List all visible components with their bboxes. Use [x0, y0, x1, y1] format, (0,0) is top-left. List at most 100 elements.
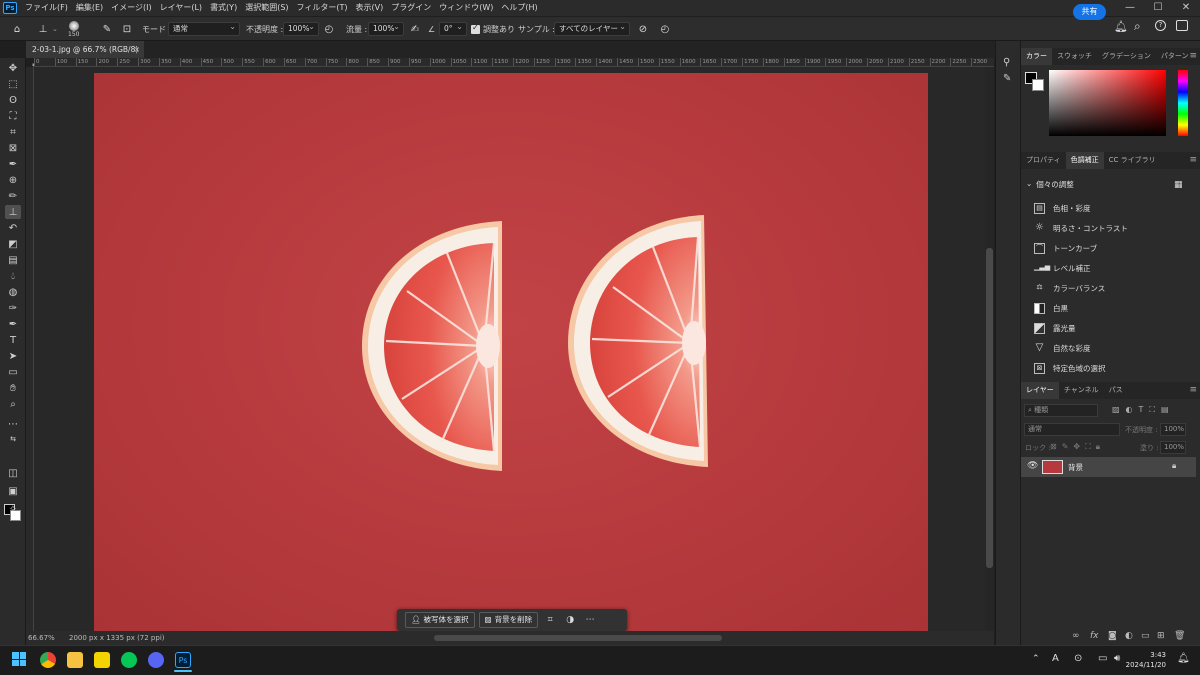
type-tool-icon[interactable]: T: [5, 333, 21, 347]
dodge-tool-icon[interactable]: ◍: [5, 285, 21, 299]
adj-levels[interactable]: ▁▃▅ レベル補正: [1034, 260, 1091, 276]
file-explorer-icon[interactable]: [67, 652, 83, 668]
lock-icons[interactable]: ⊠✎✥⛶🔒︎: [1050, 442, 1105, 452]
angle-input[interactable]: 0°: [439, 21, 467, 36]
sample-dropdown[interactable]: すべてのレイヤー: [554, 21, 630, 36]
brush-tool-icon[interactable]: ✏: [5, 189, 21, 203]
show-hidden-icons[interactable]: ⌃: [1032, 654, 1040, 664]
menu-edit[interactable]: 編集(E): [72, 0, 107, 16]
brush-size-picker[interactable]: 150: [68, 17, 79, 41]
toggle-clone-source[interactable]: ⊡: [120, 17, 134, 41]
color-background-swatch[interactable]: [1032, 79, 1044, 91]
generative-icon[interactable]: ✧: [5, 502, 21, 516]
adj-hue-saturation[interactable]: ▤ 色相・彩度: [1034, 200, 1091, 216]
grid-view-icon[interactable]: ▦: [1174, 180, 1183, 190]
hue-slider[interactable]: [1178, 70, 1188, 136]
close-tab-icon[interactable]: ×: [134, 41, 140, 58]
pressure-opacity-toggle[interactable]: ◴: [322, 17, 336, 41]
screen-mode-icon[interactable]: ▣: [5, 484, 21, 498]
history-panel-icon[interactable]: ⚲: [1003, 57, 1010, 68]
menu-plugins[interactable]: プラグイン: [387, 0, 435, 16]
network-icon[interactable]: ▭: [1098, 653, 1107, 664]
ime-indicator[interactable]: A: [1052, 653, 1059, 664]
pen-tool-2-icon[interactable]: ✒: [5, 317, 21, 331]
maximize-button[interactable]: ☐: [1144, 0, 1172, 16]
start-button[interactable]: [12, 652, 26, 666]
rectangle-tool-icon[interactable]: ▭: [5, 365, 21, 379]
notifications-icon[interactable]: 🔔︎: [1114, 20, 1128, 33]
volume-icon[interactable]: 🔊︎: [1114, 653, 1120, 664]
line-app-icon[interactable]: [121, 652, 137, 668]
brush-panel-icon[interactable]: ✎: [1003, 73, 1011, 84]
tab-channels[interactable]: チャンネル: [1059, 382, 1104, 399]
edit-toolbar-icon[interactable]: ⋯: [5, 417, 21, 431]
adjustments-section-header[interactable]: ⌄ 個々の調整: [1026, 179, 1074, 190]
add-mask-icon[interactable]: ◙: [1108, 631, 1117, 641]
menu-type[interactable]: 書式(Y): [206, 0, 241, 16]
tab-patterns[interactable]: パターン: [1156, 48, 1194, 65]
adjustment-layer-icon[interactable]: ◐: [1125, 631, 1133, 641]
chrome-icon[interactable]: [40, 652, 56, 668]
gradient-tool-icon[interactable]: ▤: [5, 253, 21, 267]
eraser-tool-icon[interactable]: ◩: [5, 237, 21, 251]
delete-layer-icon[interactable]: 🗑︎: [1174, 631, 1185, 641]
toggle-brush-settings[interactable]: ✎: [100, 17, 114, 41]
menu-filter[interactable]: フィルター(T): [293, 0, 352, 16]
adj-vibrance[interactable]: ▽ 自然な彩度: [1034, 340, 1091, 356]
horizontal-scroll-thumb[interactable]: [434, 635, 722, 641]
move-tool-icon[interactable]: ✥: [5, 61, 21, 75]
frame-tool-icon[interactable]: ⊠: [5, 141, 21, 155]
menu-view[interactable]: 表示(V): [352, 0, 388, 16]
document-tab[interactable]: 2-03-1.jpg @ 66.7% (RGB/8) * ×: [26, 41, 144, 71]
workspace-switcher-icon[interactable]: [1176, 20, 1188, 31]
adj-exposure[interactable]: 露光量: [1034, 320, 1076, 336]
healing-brush-tool-icon[interactable]: ⊕: [5, 173, 21, 187]
group-icon[interactable]: ▭: [1141, 631, 1150, 641]
sticky-notes-icon[interactable]: [94, 652, 110, 668]
menu-image[interactable]: イメージ(I): [107, 0, 155, 16]
layer-filter-input[interactable]: ⌕ 種類: [1024, 404, 1098, 417]
menu-file[interactable]: ファイル(F): [21, 0, 72, 16]
object-selection-tool-icon[interactable]: ⛶: [5, 109, 21, 123]
blend-mode-dropdown[interactable]: 通常: [1024, 423, 1120, 436]
panel-menu-icon[interactable]: ≡: [1189, 48, 1197, 65]
zoom-level[interactable]: 66.67%: [28, 631, 55, 645]
ime-mode-icon[interactable]: ⊙: [1074, 653, 1082, 664]
close-window-button[interactable]: ✕: [1172, 0, 1200, 16]
adjustment-icon[interactable]: ◑: [562, 612, 578, 628]
clock[interactable]: 3:43 2024/11/20: [1126, 650, 1166, 670]
crop-icon[interactable]: ⌗: [542, 612, 558, 628]
adj-curves[interactable]: ⌒ トーンカーブ: [1034, 240, 1097, 256]
adj-black-white[interactable]: 白黒: [1034, 300, 1068, 316]
pen-tool-icon[interactable]: ✑: [5, 301, 21, 315]
adj-brightness-contrast[interactable]: ☼ 明るさ・コントラスト: [1034, 220, 1128, 236]
layer-name[interactable]: 背景: [1068, 462, 1083, 473]
eye-icon[interactable]: 👁︎: [1027, 461, 1038, 471]
fill-input[interactable]: 100%: [1160, 441, 1186, 454]
ignore-adjustment-layers-toggle[interactable]: ⊘: [636, 17, 650, 41]
blur-tool-icon[interactable]: 💧︎: [5, 269, 21, 283]
tab-cc-libraries[interactable]: CC ライブラリ: [1104, 152, 1161, 169]
menu-window[interactable]: ウィンドウ(W): [435, 0, 497, 16]
vertical-scroll-thumb[interactable]: [986, 248, 993, 568]
layer-filter-icons[interactable]: ▨◐T⛶▤: [1112, 405, 1175, 415]
menu-layer[interactable]: レイヤー(L): [156, 0, 206, 16]
select-subject-button[interactable]: 👤︎ 被写体を選択: [405, 612, 475, 628]
discord-icon[interactable]: [148, 652, 164, 668]
help-icon[interactable]: ?: [1155, 20, 1166, 31]
quick-mask-icon[interactable]: ◫: [5, 466, 21, 480]
tab-layers[interactable]: レイヤー: [1021, 382, 1059, 399]
crop-tool-icon[interactable]: ⌗: [5, 125, 21, 139]
zoom-tool-icon[interactable]: ⌕: [5, 397, 21, 411]
airbrush-toggle[interactable]: ✍: [408, 17, 422, 41]
document-canvas[interactable]: [94, 73, 928, 631]
tab-gradients[interactable]: グラデーション: [1097, 48, 1156, 65]
tab-swatches[interactable]: スウォッチ: [1052, 48, 1097, 65]
menu-select[interactable]: 選択範囲(S): [241, 0, 292, 16]
adj-selective-color[interactable]: ⊠ 特定色域の選択: [1034, 360, 1106, 376]
color-field[interactable]: [1049, 70, 1166, 136]
tab-color[interactable]: カラー: [1021, 48, 1052, 65]
pressure-size-toggle[interactable]: ◴: [658, 17, 672, 41]
hand-tool-icon[interactable]: ✋︎: [5, 381, 21, 395]
clone-stamp-tool-icon[interactable]: ⊥: [5, 205, 21, 219]
